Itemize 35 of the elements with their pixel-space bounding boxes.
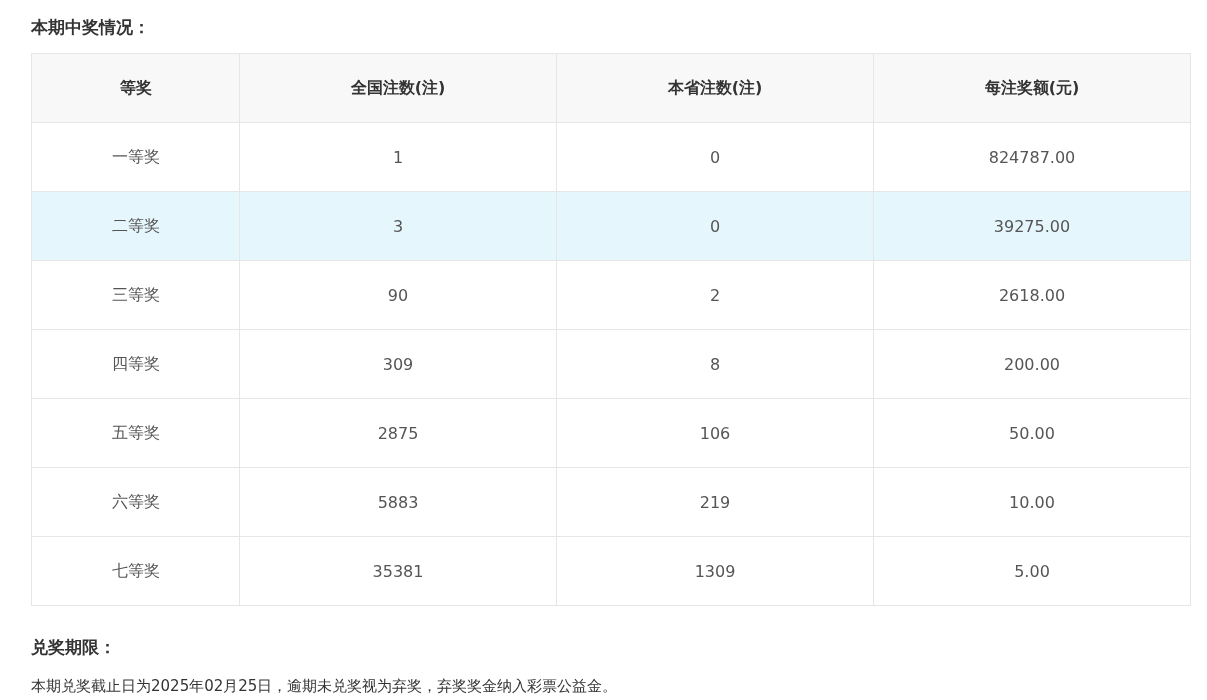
table-cell: 39275.00 — [873, 191, 1191, 261]
column-header: 全国注数(注) — [239, 53, 557, 123]
table-cell: 三等奖 — [31, 260, 240, 330]
table-cell: 2 — [556, 260, 874, 330]
deadline-text: 本期兑奖截止日为2025年02月25日，逾期未兑奖视为弃奖，弃奖奖金纳入彩票公益金。 — [31, 676, 619, 697]
section-heading: 本期中奖情况： — [31, 16, 151, 39]
table-cell: 1309 — [556, 536, 874, 606]
table-cell: 3 — [239, 191, 557, 261]
column-header: 等奖 — [31, 53, 240, 123]
table-cell: 2875 — [239, 398, 557, 468]
table-cell: 六等奖 — [31, 467, 240, 537]
table-cell: 四等奖 — [31, 329, 240, 399]
table-cell: 0 — [556, 122, 874, 192]
table-cell: 10.00 — [873, 467, 1191, 537]
column-header: 每注奖额(元) — [873, 53, 1191, 123]
table-cell: 5883 — [239, 467, 557, 537]
table-cell: 200.00 — [873, 329, 1191, 399]
table-cell: 二等奖 — [31, 191, 240, 261]
table-cell: 35381 — [239, 536, 557, 606]
table-cell: 50.00 — [873, 398, 1191, 468]
table-cell: 1 — [239, 122, 557, 192]
section-heading: 兑奖期限： — [31, 636, 117, 659]
table-cell: 8 — [556, 329, 874, 399]
column-header: 本省注数(注) — [556, 53, 874, 123]
table-cell: 七等奖 — [31, 536, 240, 606]
table-cell: 五等奖 — [31, 398, 240, 468]
table-cell: 219 — [556, 467, 874, 537]
table-cell: 0 — [556, 191, 874, 261]
table-cell: 2618.00 — [873, 260, 1191, 330]
table-cell: 5.00 — [873, 536, 1191, 606]
table-cell: 90 — [239, 260, 557, 330]
table-cell: 一等奖 — [31, 122, 240, 192]
table-cell: 106 — [556, 398, 874, 468]
table-cell: 824787.00 — [873, 122, 1191, 192]
table-cell: 309 — [239, 329, 557, 399]
